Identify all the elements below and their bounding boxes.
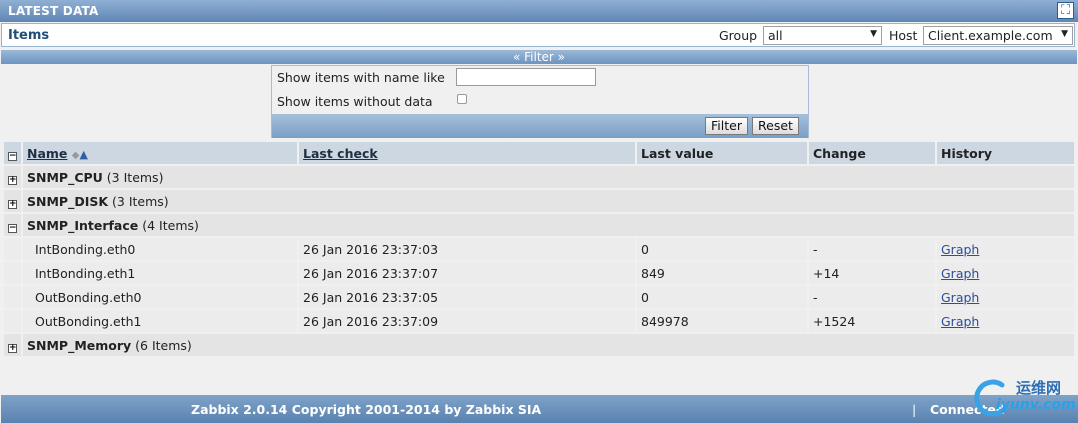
item-name: IntBonding.eth1 [23, 262, 297, 284]
sort-asc-icon: ▲ [79, 147, 88, 161]
watermark-text-cn: 运维网 [1016, 379, 1062, 397]
group-row[interactable]: + SNMP_CPU (3 Items) [4, 166, 1074, 188]
header-history: History [937, 142, 1074, 164]
filter-toggle[interactable]: « Filter » [1, 50, 1077, 64]
item-last-value: 0 [637, 286, 807, 308]
graph-link[interactable]: Graph [941, 290, 979, 305]
graph-link[interactable]: Graph [941, 314, 979, 329]
host-select[interactable]: Client.example.com ▼ [923, 26, 1073, 45]
graph-link[interactable]: Graph [941, 266, 979, 281]
item-last-value: 0 [637, 238, 807, 260]
group-row[interactable]: + SNMP_DISK (3 Items) [4, 190, 1074, 212]
expand-icon[interactable]: + [8, 199, 17, 209]
item-last-value: 849 [637, 262, 807, 284]
item-change: - [809, 238, 935, 260]
sort-last-check-link[interactable]: Last check [303, 146, 378, 161]
group-select-value: all [768, 28, 783, 43]
item-name: OutBonding.eth0 [23, 286, 297, 308]
items-bar: Items Group all ▼ Host Client.example.co… [1, 23, 1075, 47]
page-title: LATEST DATA [8, 4, 99, 18]
header-last-check[interactable]: Last check [299, 142, 635, 164]
filter-footer: Filter Reset [272, 114, 808, 138]
collapse-icon[interactable]: − [8, 223, 17, 233]
table-row: IntBonding.eth0 26 Jan 2016 23:37:03 0 -… [4, 238, 1074, 260]
footer: Zabbix 2.0.14 Copyright 2001-2014 by Zab… [1, 395, 1078, 423]
name-like-input[interactable] [456, 68, 596, 86]
chevron-down-icon: ▼ [870, 29, 877, 39]
without-data-label: Show items without data [277, 94, 433, 109]
item-last-check: 26 Jan 2016 23:37:09 [299, 310, 635, 332]
fullscreen-icon[interactable]: ⛶ [1057, 2, 1074, 19]
watermark-logo: 运维网 iyunv.com [972, 375, 1076, 417]
filter-button[interactable]: Filter [705, 117, 748, 135]
group-select[interactable]: all ▼ [763, 26, 882, 45]
header-change: Change [809, 142, 935, 164]
group-row[interactable]: + SNMP_Memory (6 Items) [4, 334, 1074, 356]
latest-data-table: − Name ◆▲ Last check Last value Change H… [2, 140, 1076, 358]
group-count: (6 Items) [135, 337, 192, 353]
group-count: (3 Items) [106, 169, 164, 185]
table-row: OutBonding.eth0 26 Jan 2016 23:37:05 0 -… [4, 286, 1074, 308]
without-data-checkbox[interactable] [457, 94, 467, 104]
group-name: SNMP_Interface [27, 217, 139, 233]
title-bar: LATEST DATA ⛶ [0, 0, 1078, 22]
item-change: +1524 [809, 310, 935, 332]
group-count: (4 Items) [142, 217, 199, 233]
collapse-all-toggle[interactable]: − [4, 142, 21, 164]
watermark-text-domain: iyunv.com [996, 397, 1076, 413]
copyright-text: Zabbix 2.0.14 Copyright 2001-2014 by Zab… [191, 402, 542, 417]
graph-link[interactable]: Graph [941, 242, 979, 257]
sort-name-link[interactable]: Name [27, 146, 67, 161]
footer-separator: | [912, 402, 917, 417]
item-last-check: 26 Jan 2016 23:37:05 [299, 286, 635, 308]
table-row: IntBonding.eth1 26 Jan 2016 23:37:07 849… [4, 262, 1074, 284]
minus-icon: − [8, 150, 17, 161]
item-last-check: 26 Jan 2016 23:37:03 [299, 238, 635, 260]
group-count: (3 Items) [112, 193, 169, 209]
group-name: SNMP_CPU [27, 169, 103, 185]
name-like-label: Show items with name like [277, 70, 445, 85]
group-name: SNMP_DISK [27, 193, 109, 209]
filter-panel: Show items with name like Show items wit… [271, 65, 809, 138]
chevron-down-icon: ▼ [1061, 29, 1068, 39]
reset-button[interactable]: Reset [752, 117, 799, 135]
host-select-value: Client.example.com [928, 28, 1053, 43]
group-name: SNMP_Memory [27, 337, 132, 353]
group-row[interactable]: − SNMP_Interface (4 Items) [4, 214, 1074, 236]
item-last-check: 26 Jan 2016 23:37:07 [299, 262, 635, 284]
item-last-value: 849978 [637, 310, 807, 332]
items-label: Items [8, 28, 50, 43]
host-label: Host [889, 28, 918, 43]
table-header: − Name ◆▲ Last check Last value Change H… [4, 142, 1074, 164]
item-change: - [809, 286, 935, 308]
expand-icon[interactable]: + [8, 343, 17, 353]
item-change: +14 [809, 262, 935, 284]
header-name[interactable]: Name ◆▲ [23, 142, 297, 164]
item-name: IntBonding.eth0 [23, 238, 297, 260]
table-row: OutBonding.eth1 26 Jan 2016 23:37:09 849… [4, 310, 1074, 332]
expand-icon[interactable]: + [8, 175, 17, 185]
header-last-value: Last value [637, 142, 807, 164]
group-label: Group [719, 28, 758, 43]
item-name: OutBonding.eth1 [23, 310, 297, 332]
